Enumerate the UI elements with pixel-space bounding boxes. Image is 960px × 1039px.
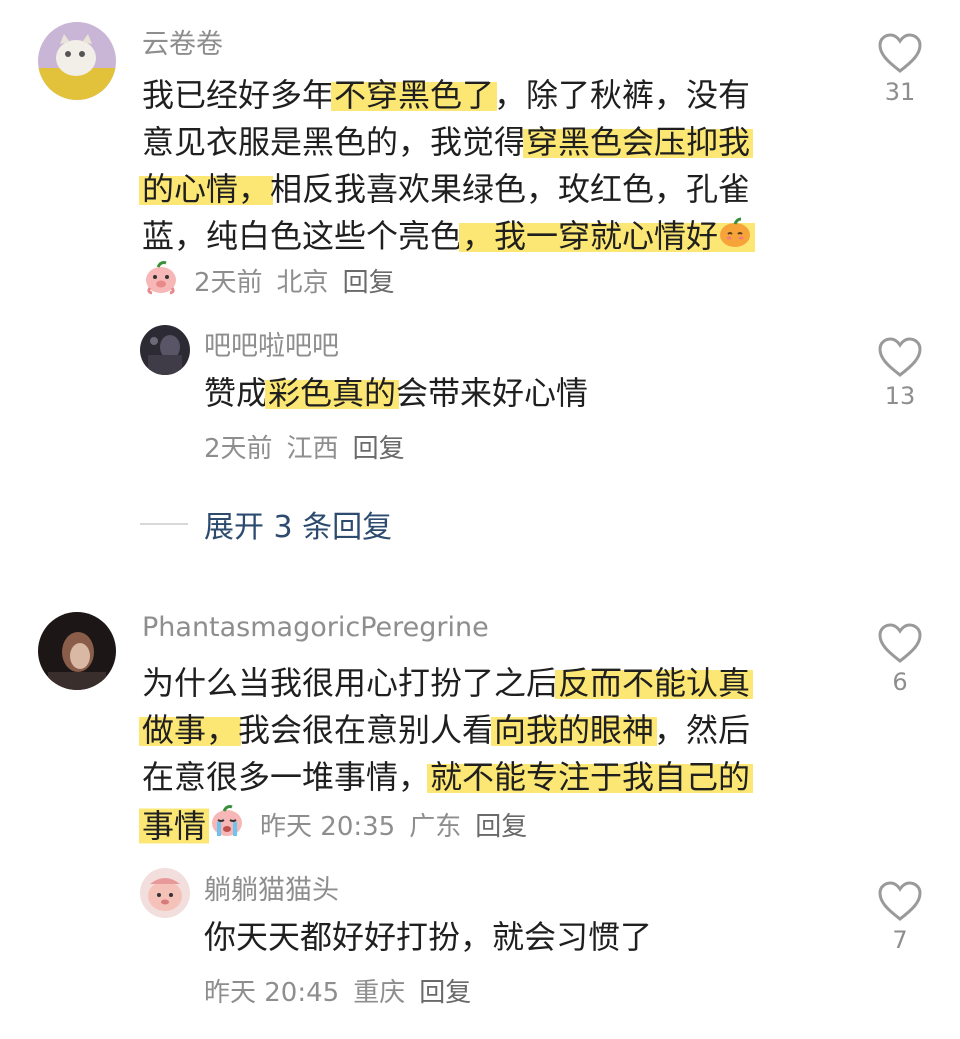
- reply-location: 江西: [286, 434, 339, 464]
- reply-text: 赞成彩色真的会带来好心情: [204, 374, 589, 412]
- avatar[interactable]: [38, 22, 116, 100]
- expand-replies-label[interactable]: 展开 3 条回复: [204, 502, 392, 546]
- like-count: 31: [884, 78, 916, 106]
- comment-meta: 事情 昨天 20:35 广东 回复: [139, 801, 527, 847]
- reply-button[interactable]: 回复: [475, 806, 527, 843]
- like-button[interactable]: 13: [870, 336, 930, 410]
- heart-outline-icon: [878, 33, 922, 73]
- comment-location: 北京: [276, 268, 329, 298]
- pumpkin-shy-icon: [718, 215, 752, 262]
- reply-meta: 2天前 江西 回复: [204, 428, 405, 465]
- like-count: 7: [892, 926, 908, 954]
- reply-username[interactable]: 躺躺猫猫头: [204, 868, 339, 907]
- reply-meta: 昨天 20:45 重庆 回复: [204, 972, 471, 1009]
- reply-button[interactable]: 回复: [353, 428, 405, 465]
- like-button[interactable]: 7: [870, 880, 930, 954]
- crying-emoji-icon: [208, 802, 246, 847]
- pig-sticker-icon: [142, 258, 180, 303]
- reply-username[interactable]: 吧吧啦吧吧: [204, 324, 339, 363]
- comment-time: 昨天 20:35: [260, 811, 396, 842]
- heart-outline-icon: [878, 337, 922, 377]
- like-count: 13: [884, 382, 916, 410]
- heart-outline-icon: [878, 881, 922, 921]
- reply-location: 重庆: [353, 978, 406, 1008]
- divider-line: [140, 523, 188, 525]
- comment-text: 我已经好多年不穿黑色了，除了秋裤，没有 意见衣服是黑色的，我觉得穿黑色会压抑我 …: [139, 72, 842, 262]
- heart-outline-icon: [878, 623, 922, 663]
- comment-time: 2天前: [194, 268, 263, 298]
- like-button[interactable]: 31: [870, 32, 930, 106]
- reply-time: 昨天 20:45: [204, 978, 340, 1008]
- comment-username[interactable]: PhantasmagoricPeregrine: [142, 612, 489, 643]
- comment-text-tail: 事情: [139, 801, 210, 847]
- comment-meta: 2天前 北京 回复: [142, 258, 395, 303]
- expand-replies-button[interactable]: 展开 3 条回复: [140, 502, 392, 546]
- comment-location: 广东: [409, 811, 462, 842]
- reply-button[interactable]: 回复: [343, 262, 395, 299]
- avatar[interactable]: [38, 612, 116, 690]
- reply-button[interactable]: 回复: [419, 972, 471, 1009]
- reply-time: 2天前: [204, 434, 273, 464]
- like-button[interactable]: 6: [870, 622, 930, 696]
- comment-username[interactable]: 云卷卷: [142, 22, 223, 61]
- comment-text: 为什么当我很用心打扮了之后反而不能认真 做事，我会很在意别人看向我的眼神，然后 …: [139, 660, 842, 801]
- avatar[interactable]: [140, 325, 190, 375]
- reply-text: 你天天都好好打扮，就会习惯了: [204, 918, 653, 956]
- avatar[interactable]: [140, 868, 190, 918]
- like-count: 6: [892, 668, 908, 696]
